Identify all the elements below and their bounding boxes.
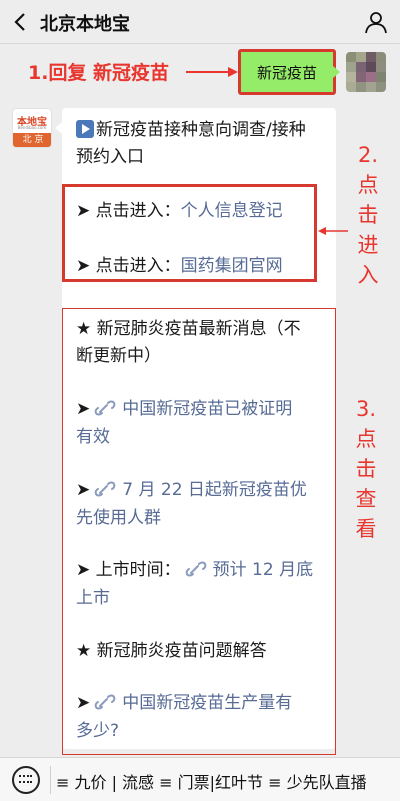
annotation-step2-char: 入 (357, 263, 379, 287)
annotation-step2-char: 进 (357, 233, 379, 257)
annotation-box-step2 (62, 184, 317, 282)
annotation-step2-char: 击 (357, 203, 379, 227)
menu-divider (50, 766, 51, 794)
annotation-step3-char: 击 (355, 457, 377, 481)
annotation-step3-char: 点 (355, 427, 377, 451)
annotation-step3-char: 3. (355, 397, 377, 421)
outgoing-message-bubble[interactable]: 新冠疫苗 (238, 49, 336, 95)
bendibao-logo-subtext: Bendibao.com (17, 125, 47, 130)
outgoing-message-text: 新冠疫苗 (256, 63, 317, 82)
annotation-step2-char: 2. (357, 143, 379, 167)
intro-line-1: 新冠疫苗接种意向调查/接种 (76, 117, 306, 143)
chat-title: 北京本地宝 (40, 14, 130, 35)
annotation-arrow-right-icon (186, 67, 238, 77)
annotation-step2-char: 点 (357, 173, 379, 197)
outgoing-bubble-tail (333, 66, 340, 78)
bendibao-city-tag: 北 京 (13, 133, 51, 147)
annotation-step1: 1.回复 新冠疫苗 (28, 62, 170, 84)
bendibao-avatar[interactable]: 本地宝 Bendibao.com 北 京 (12, 108, 52, 148)
my-avatar-pixelated[interactable] (346, 52, 386, 92)
annotation-arrow-left-icon (318, 227, 348, 235)
bottom-menu-bar: ≡ 九价 | 流感 ≡ 门票|红叶节 ≡ 少先队直播 (0, 757, 400, 801)
incoming-bubble-tail (55, 122, 62, 134)
profile-icon[interactable] (364, 10, 388, 34)
annotation-box-step3 (62, 308, 336, 755)
top-bar: 北京本地宝 (0, 0, 400, 44)
annotation-step3: 3. 点 击 查 看 (346, 394, 386, 544)
play-video-icon (76, 120, 94, 138)
annotation-step3-char: 查 (355, 487, 377, 511)
annotation-step3-char: 看 (355, 517, 377, 541)
back-chevron-icon[interactable] (10, 9, 32, 35)
annotation-step2: 2. 点 击 进 入 (348, 140, 388, 290)
menu-items[interactable]: ≡ 九价 | 流感 ≡ 门票|红叶节 ≡ 少先队直播 (56, 769, 367, 793)
intro-line-2: 预约入口 (76, 147, 144, 167)
keyboard-toggle-icon[interactable] (12, 766, 40, 794)
chat-area: 1.回复 新冠疫苗 新冠疫苗 本地宝 Bendibao.com 北 京 新冠疫苗… (0, 44, 400, 757)
